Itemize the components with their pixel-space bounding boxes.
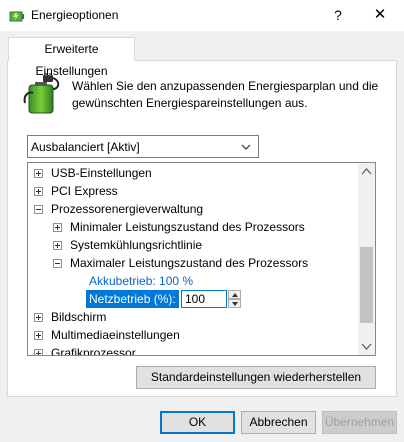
scroll-up-icon[interactable] (358, 163, 375, 180)
ok-button[interactable]: OK (160, 411, 235, 434)
chevron-up-icon (232, 293, 238, 297)
tree-item-label: Systemkühlungsrichtlinie (70, 238, 203, 252)
help-button[interactable]: ? (324, 2, 352, 28)
tree-item-label: Bildschirm (51, 310, 107, 324)
expand-icon[interactable] (34, 187, 43, 196)
expand-icon[interactable] (34, 313, 43, 322)
power-plan-select[interactable]: Ausbalanciert [Aktiv] (27, 135, 259, 158)
tree-item-graphics[interactable]: Grafikprozessor (33, 344, 136, 356)
expand-icon[interactable] (34, 331, 43, 340)
tree-item-multimedia[interactable]: Multimediaeinstellungen (33, 326, 180, 344)
tree-item-processor[interactable]: Prozessorenergieverwaltung (33, 200, 203, 218)
scroll-down-icon[interactable] (358, 338, 375, 355)
tree-item-label: Grafikprozessor (51, 346, 136, 356)
description-text: Wählen Sie den anzupassenden Energiespar… (72, 79, 379, 110)
tree-item-label: PCI Express (51, 184, 118, 198)
tree-item-label: Maximaler Leistungszustand des Prozessor… (70, 256, 309, 270)
tree-item-min-state[interactable]: Minimaler Leistungszustand des Prozessor… (52, 218, 305, 236)
spin-down-button[interactable] (228, 299, 241, 308)
window-title: Energieoptionen (31, 8, 119, 22)
ac-value-input[interactable]: 100 (181, 290, 227, 308)
tab-advanced-settings[interactable]: Erweiterte Einstellungen (8, 37, 135, 78)
tree-item-display[interactable]: Bildschirm (33, 308, 106, 326)
battery-value: 100 % (159, 274, 194, 288)
tree-item-label: Multimediaeinstellungen (51, 328, 180, 342)
chevron-down-icon (241, 144, 251, 150)
collapse-icon[interactable] (34, 205, 43, 214)
settings-tree[interactable]: USB-Einstellungen PCI Express Prozessore… (27, 162, 376, 356)
tree-item-label: USB-Einstellungen (51, 166, 152, 180)
tree-item-cooling[interactable]: Systemkühlungsrichtlinie (52, 236, 202, 254)
collapse-icon[interactable] (53, 259, 62, 268)
ac-setting-row[interactable]: Netzbetrieb (%): 100 (86, 290, 246, 308)
scroll-thumb[interactable] (360, 247, 373, 323)
title-bar: Energieoptionen ? ✕ (0, 0, 404, 31)
chevron-down-icon (232, 302, 238, 306)
tree-item-pci[interactable]: PCI Express (33, 182, 118, 200)
tree-item-usb[interactable]: USB-Einstellungen (33, 164, 152, 182)
battery-label: Akkubetrieb: (89, 274, 156, 288)
tree-item-max-state[interactable]: Maximaler Leistungszustand des Prozessor… (52, 254, 308, 272)
close-button[interactable]: ✕ (362, 2, 398, 28)
expand-icon[interactable] (34, 169, 43, 178)
battery-app-icon (9, 11, 24, 22)
tree-item-label: Minimaler Leistungszustand des Prozessor… (70, 220, 305, 234)
power-plan-value: Ausbalanciert [Aktiv] (31, 140, 140, 154)
expand-icon[interactable] (53, 223, 62, 232)
cancel-button[interactable]: Abbrechen (241, 411, 316, 434)
restore-defaults-button[interactable]: Standardeinstellungen wiederherstellen (136, 366, 376, 389)
spin-up-button[interactable] (228, 290, 241, 299)
apply-button[interactable]: Übernehmen (322, 411, 397, 434)
tree-scrollbar[interactable] (358, 163, 375, 355)
expand-icon[interactable] (53, 241, 62, 250)
ac-label: Netzbetrieb (%): (86, 290, 179, 308)
expand-icon[interactable] (34, 349, 43, 355)
battery-setting-row[interactable]: Akkubetrieb: 100 % (89, 272, 193, 290)
tree-item-label: Prozessorenergieverwaltung (51, 202, 204, 216)
